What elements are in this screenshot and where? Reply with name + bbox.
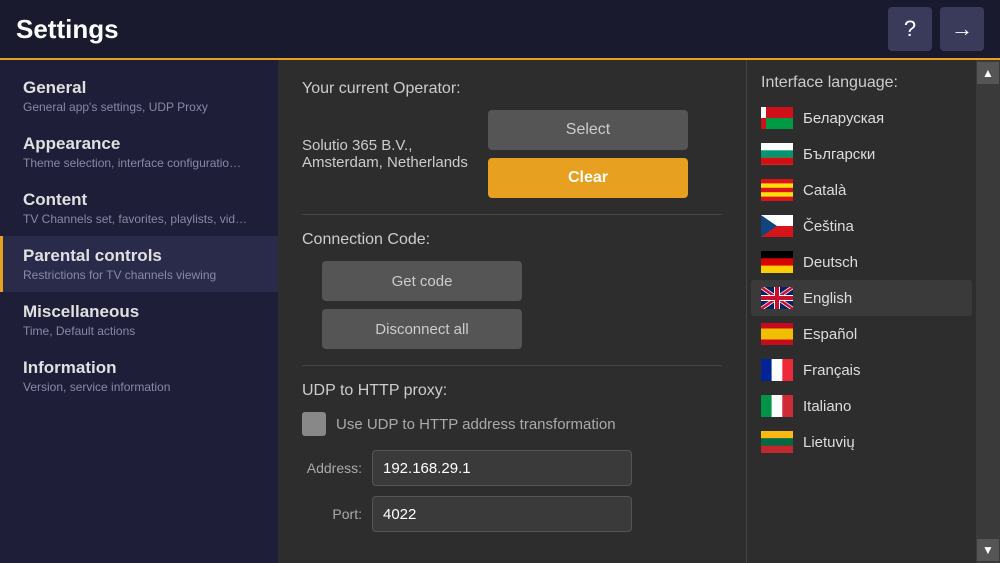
lang-item-es[interactable]: Español bbox=[751, 316, 972, 352]
sidebar-item-title-parental: Parental controls bbox=[23, 246, 258, 266]
lang-name-it: Italiano bbox=[803, 398, 851, 415]
udp-checkbox-row: Use UDP to HTTP address transformation bbox=[302, 412, 722, 436]
sidebar-item-title-information: Information bbox=[23, 358, 258, 378]
udp-section: UDP to HTTP proxy: Use UDP to HTTP addre… bbox=[302, 382, 722, 532]
lang-item-by[interactable]: Беларуская bbox=[751, 100, 972, 136]
page-title: Settings bbox=[16, 14, 119, 45]
sidebar-item-subtitle-information: Version, service information bbox=[23, 380, 258, 394]
flag-lt bbox=[761, 431, 793, 453]
sidebar-item-information[interactable]: Information Version, service information bbox=[0, 348, 278, 404]
lang-panel-title: Interface language: bbox=[747, 60, 976, 100]
content-area: Your current Operator: Solutio 365 B.V.,… bbox=[278, 60, 746, 563]
lang-name-bg: Български bbox=[803, 146, 875, 163]
flag-ca bbox=[761, 179, 793, 201]
lang-name-ca: Català bbox=[803, 182, 846, 199]
main-layout: General General app's settings, UDP Prox… bbox=[0, 60, 1000, 563]
sidebar-item-subtitle-content: TV Channels set, favorites, playlists, v… bbox=[23, 212, 258, 226]
scroll-down-arrow[interactable]: ▼ bbox=[977, 539, 999, 561]
address-input[interactable] bbox=[372, 450, 632, 486]
lang-item-lt[interactable]: Lietuvių bbox=[751, 424, 972, 460]
sidebar-item-content[interactable]: Content TV Channels set, favorites, play… bbox=[0, 180, 278, 236]
port-row: Port: bbox=[302, 496, 722, 532]
lang-item-de[interactable]: Deutsch bbox=[751, 244, 972, 280]
title-bar: Settings ? → bbox=[0, 0, 1000, 60]
flag-gb bbox=[761, 287, 793, 309]
operator-label: Your current Operator: bbox=[302, 80, 722, 98]
address-row: Address: bbox=[302, 450, 722, 486]
sidebar-item-title-content: Content bbox=[23, 190, 258, 210]
lang-item-ca[interactable]: Català bbox=[751, 172, 972, 208]
operator-info: Solutio 365 B.V., Amsterdam, Netherlands bbox=[302, 137, 472, 171]
operator-name: Solutio 365 B.V., bbox=[302, 137, 472, 154]
sidebar-item-parental[interactable]: Parental controls Restrictions for TV ch… bbox=[0, 236, 278, 292]
clear-button[interactable]: Clear bbox=[488, 158, 688, 198]
lang-name-fr: Français bbox=[803, 362, 861, 379]
flag-de bbox=[761, 251, 793, 273]
help-button[interactable]: ? bbox=[888, 7, 932, 51]
connection-section: Connection Code: Get code Disconnect all bbox=[302, 231, 722, 349]
get-code-button[interactable]: Get code bbox=[322, 261, 522, 301]
sidebar-item-title-miscellaneous: Miscellaneous bbox=[23, 302, 258, 322]
lang-name-lt: Lietuvių bbox=[803, 434, 855, 451]
flag-it bbox=[761, 395, 793, 417]
port-label: Port: bbox=[302, 506, 362, 522]
sidebar-item-subtitle-general: General app's settings, UDP Proxy bbox=[23, 100, 258, 114]
operator-city: Amsterdam, Netherlands bbox=[302, 154, 472, 171]
flag-es bbox=[761, 323, 793, 345]
divider-1 bbox=[302, 214, 722, 215]
flag-cz bbox=[761, 215, 793, 237]
flag-fr bbox=[761, 359, 793, 381]
lang-name-cz: Čeština bbox=[803, 218, 854, 235]
sidebar: General General app's settings, UDP Prox… bbox=[0, 60, 278, 563]
flag-by bbox=[761, 107, 793, 129]
udp-checkbox-label: Use UDP to HTTP address transformation bbox=[336, 416, 616, 433]
connection-buttons: Get code Disconnect all bbox=[322, 261, 722, 349]
lang-panel: Interface language: Беларуская Български… bbox=[746, 60, 976, 563]
address-label: Address: bbox=[302, 460, 362, 476]
lang-item-it[interactable]: Italiano bbox=[751, 388, 972, 424]
lang-name-gb: English bbox=[803, 290, 852, 307]
scrollbar-panel: ▲ ▼ bbox=[976, 60, 1000, 563]
sidebar-item-general[interactable]: General General app's settings, UDP Prox… bbox=[0, 68, 278, 124]
sidebar-item-miscellaneous[interactable]: Miscellaneous Time, Default actions bbox=[0, 292, 278, 348]
lang-item-bg[interactable]: Български bbox=[751, 136, 972, 172]
sidebar-item-subtitle-appearance: Theme selection, interface configuratio… bbox=[23, 156, 258, 170]
udp-checkbox[interactable] bbox=[302, 412, 326, 436]
sidebar-item-title-appearance: Appearance bbox=[23, 134, 258, 154]
sidebar-item-appearance[interactable]: Appearance Theme selection, interface co… bbox=[0, 124, 278, 180]
lang-name-by: Беларуская bbox=[803, 110, 884, 127]
lang-item-gb[interactable]: English bbox=[751, 280, 972, 316]
sidebar-item-subtitle-miscellaneous: Time, Default actions bbox=[23, 324, 258, 338]
right-panel-wrapper: Interface language: Беларуская Български… bbox=[746, 60, 1000, 563]
lang-item-cz[interactable]: Čeština bbox=[751, 208, 972, 244]
lang-item-fr[interactable]: Français bbox=[751, 352, 972, 388]
select-button[interactable]: Select bbox=[488, 110, 688, 150]
connection-label: Connection Code: bbox=[302, 231, 722, 249]
udp-label: UDP to HTTP proxy: bbox=[302, 382, 722, 400]
operator-row: Solutio 365 B.V., Amsterdam, Netherlands… bbox=[302, 110, 722, 198]
divider-2 bbox=[302, 365, 722, 366]
lang-name-es: Español bbox=[803, 326, 857, 343]
sidebar-item-subtitle-parental: Restrictions for TV channels viewing bbox=[23, 268, 258, 282]
operator-buttons: Select Clear bbox=[488, 110, 688, 198]
port-input[interactable] bbox=[372, 496, 632, 532]
scroll-up-arrow[interactable]: ▲ bbox=[977, 62, 999, 84]
sidebar-item-title-general: General bbox=[23, 78, 258, 98]
forward-button[interactable]: → bbox=[940, 7, 984, 51]
lang-name-de: Deutsch bbox=[803, 254, 858, 271]
lang-list: Беларуская Български Català Čeština Deut… bbox=[747, 100, 976, 563]
disconnect-button[interactable]: Disconnect all bbox=[322, 309, 522, 349]
title-bar-actions: ? → bbox=[888, 7, 984, 51]
flag-bg bbox=[761, 143, 793, 165]
